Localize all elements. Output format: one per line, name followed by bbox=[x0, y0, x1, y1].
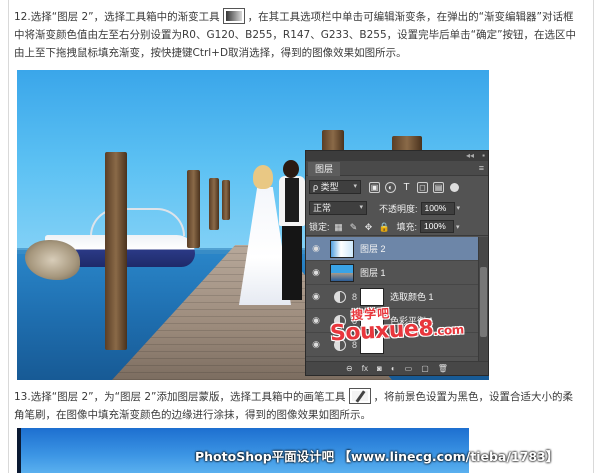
chevron-down-icon: ▾ bbox=[353, 183, 357, 190]
adjustment-icon[interactable]: ◐ bbox=[391, 364, 396, 373]
layer-row-layer-2[interactable]: ◉ 图层 2 bbox=[306, 237, 480, 261]
step-12-text: 12.选择“图层 2”，选择工具箱中的渐变工具 ，在其工具选项栏中单击可编辑渐变条… bbox=[14, 8, 580, 62]
lock-row: 锁定: ▦ ✎ ✥ 🔒 填充: 100% ▾ bbox=[306, 218, 488, 236]
new-layer-icon[interactable]: ▢ bbox=[421, 364, 429, 373]
groom-vest bbox=[285, 178, 299, 222]
close-panel-icon[interactable]: ▪ bbox=[482, 151, 485, 161]
visibility-eye-icon[interactable]: ◉ bbox=[306, 243, 326, 254]
groom bbox=[277, 160, 307, 300]
filter-icons: ▣ ◐ T ◻ ▤ bbox=[369, 181, 444, 193]
tab-layers[interactable]: 图层 bbox=[308, 162, 341, 176]
watermark-site-name: 搜学吧 bbox=[350, 306, 391, 323]
dock-post bbox=[209, 178, 219, 230]
layer-filter-row: ρ 类型 ▾ ▣ ◐ T ◻ ▤ bbox=[306, 177, 488, 197]
lock-icons: ▦ ✎ ✥ 🔒 bbox=[334, 222, 389, 232]
layer-name: 图层 1 bbox=[360, 268, 386, 278]
blend-row: 正常 ▾ 不透明度: 100% ▾ bbox=[306, 199, 488, 217]
panel-menu-icon[interactable]: ≡ bbox=[479, 163, 484, 174]
visibility-eye-icon[interactable]: ◉ bbox=[306, 267, 326, 278]
link-icon[interactable]: ⊖ bbox=[346, 364, 353, 373]
fill-input[interactable]: 100% bbox=[420, 220, 455, 233]
chevron-down-icon: ▾ bbox=[359, 204, 363, 211]
opacity-label: 不透明度: bbox=[379, 203, 418, 214]
collapse-panel-icon[interactable]: ◂◂ bbox=[466, 151, 474, 161]
mask-icon[interactable]: ◙ bbox=[377, 364, 382, 373]
fill-label: 填充: bbox=[396, 222, 418, 232]
mask-link-icon[interactable]: 8 bbox=[352, 292, 357, 302]
layer-name: 选取颜色 1 bbox=[390, 292, 434, 302]
image-filter-icon[interactable]: ▣ bbox=[369, 181, 380, 193]
fx-icon[interactable]: fx bbox=[362, 364, 368, 373]
smart-object-filter-icon[interactable]: ▤ bbox=[433, 181, 444, 193]
watermark-logo-suffix: .com bbox=[432, 322, 465, 339]
dock-post bbox=[105, 152, 127, 350]
dock-post bbox=[187, 170, 200, 248]
layer-thumbnail bbox=[330, 263, 354, 282]
groom-trousers bbox=[282, 224, 302, 300]
dock-post bbox=[222, 180, 230, 220]
brush-tool-icon bbox=[348, 388, 371, 404]
filter-type-select[interactable]: ρ 类型 ▾ bbox=[309, 180, 361, 194]
panel-footer: ⊖ fx ◙ ◐ ▭ ▢ 🗑 bbox=[306, 361, 488, 375]
adjustment-filter-icon[interactable]: ◐ bbox=[385, 181, 396, 193]
opacity-input[interactable]: 100% bbox=[420, 201, 455, 215]
layer-row-layer-1[interactable]: ◉ 图层 1 bbox=[306, 261, 480, 285]
lock-label: 锁定: bbox=[309, 222, 330, 232]
bride-hair bbox=[253, 165, 273, 189]
step-13-text: 13.选择“图层 2”，为“图层 2”添加图层蒙版，选择工具箱中的画笔工具 ，将前… bbox=[14, 388, 580, 424]
layer-thumbnail bbox=[330, 239, 354, 258]
layer-name: 图层 2 bbox=[360, 244, 386, 254]
linecg-watermark: PhotoShop平面设计吧 【www.linecg.com/tieba/178… bbox=[195, 449, 559, 464]
visibility-eye-icon[interactable]: ◉ bbox=[306, 291, 326, 302]
filter-toggle-icon[interactable] bbox=[450, 182, 459, 192]
adjustment-layer-icon bbox=[334, 290, 346, 303]
gradient-tool-icon bbox=[222, 8, 245, 24]
lock-pixels-icon[interactable]: ✎ bbox=[349, 222, 359, 232]
panel-titlebar[interactable]: ◂◂ ▪ bbox=[306, 151, 488, 161]
trash-icon[interactable]: 🗑 bbox=[438, 364, 448, 373]
shape-filter-icon[interactable]: ◻ bbox=[417, 181, 428, 193]
lock-position-icon[interactable]: ✥ bbox=[364, 222, 374, 232]
scrollbar-thumb[interactable] bbox=[480, 267, 487, 337]
panel-tabbar: 图层 ≡ bbox=[306, 161, 488, 176]
lock-all-icon[interactable]: 🔒 bbox=[379, 222, 390, 232]
visibility-eye-icon[interactable]: ◉ bbox=[306, 315, 326, 326]
layer-list-scrollbar[interactable] bbox=[478, 237, 488, 362]
type-filter-icon[interactable]: T bbox=[401, 182, 412, 193]
fill-chevron-icon[interactable]: ▾ bbox=[456, 223, 460, 231]
opacity-chevron-icon[interactable]: ▾ bbox=[457, 204, 461, 212]
lock-transparency-icon[interactable]: ▦ bbox=[334, 222, 344, 232]
visibility-eye-icon[interactable]: ◉ bbox=[306, 339, 326, 350]
blend-mode-select[interactable]: 正常 ▾ bbox=[309, 201, 367, 215]
groom-head bbox=[283, 160, 299, 178]
layer-mask-thumbnail bbox=[360, 287, 385, 306]
group-icon[interactable]: ▭ bbox=[405, 364, 413, 373]
layer-row-selective-color[interactable]: ◉ 8 选取颜色 1 bbox=[306, 285, 480, 309]
